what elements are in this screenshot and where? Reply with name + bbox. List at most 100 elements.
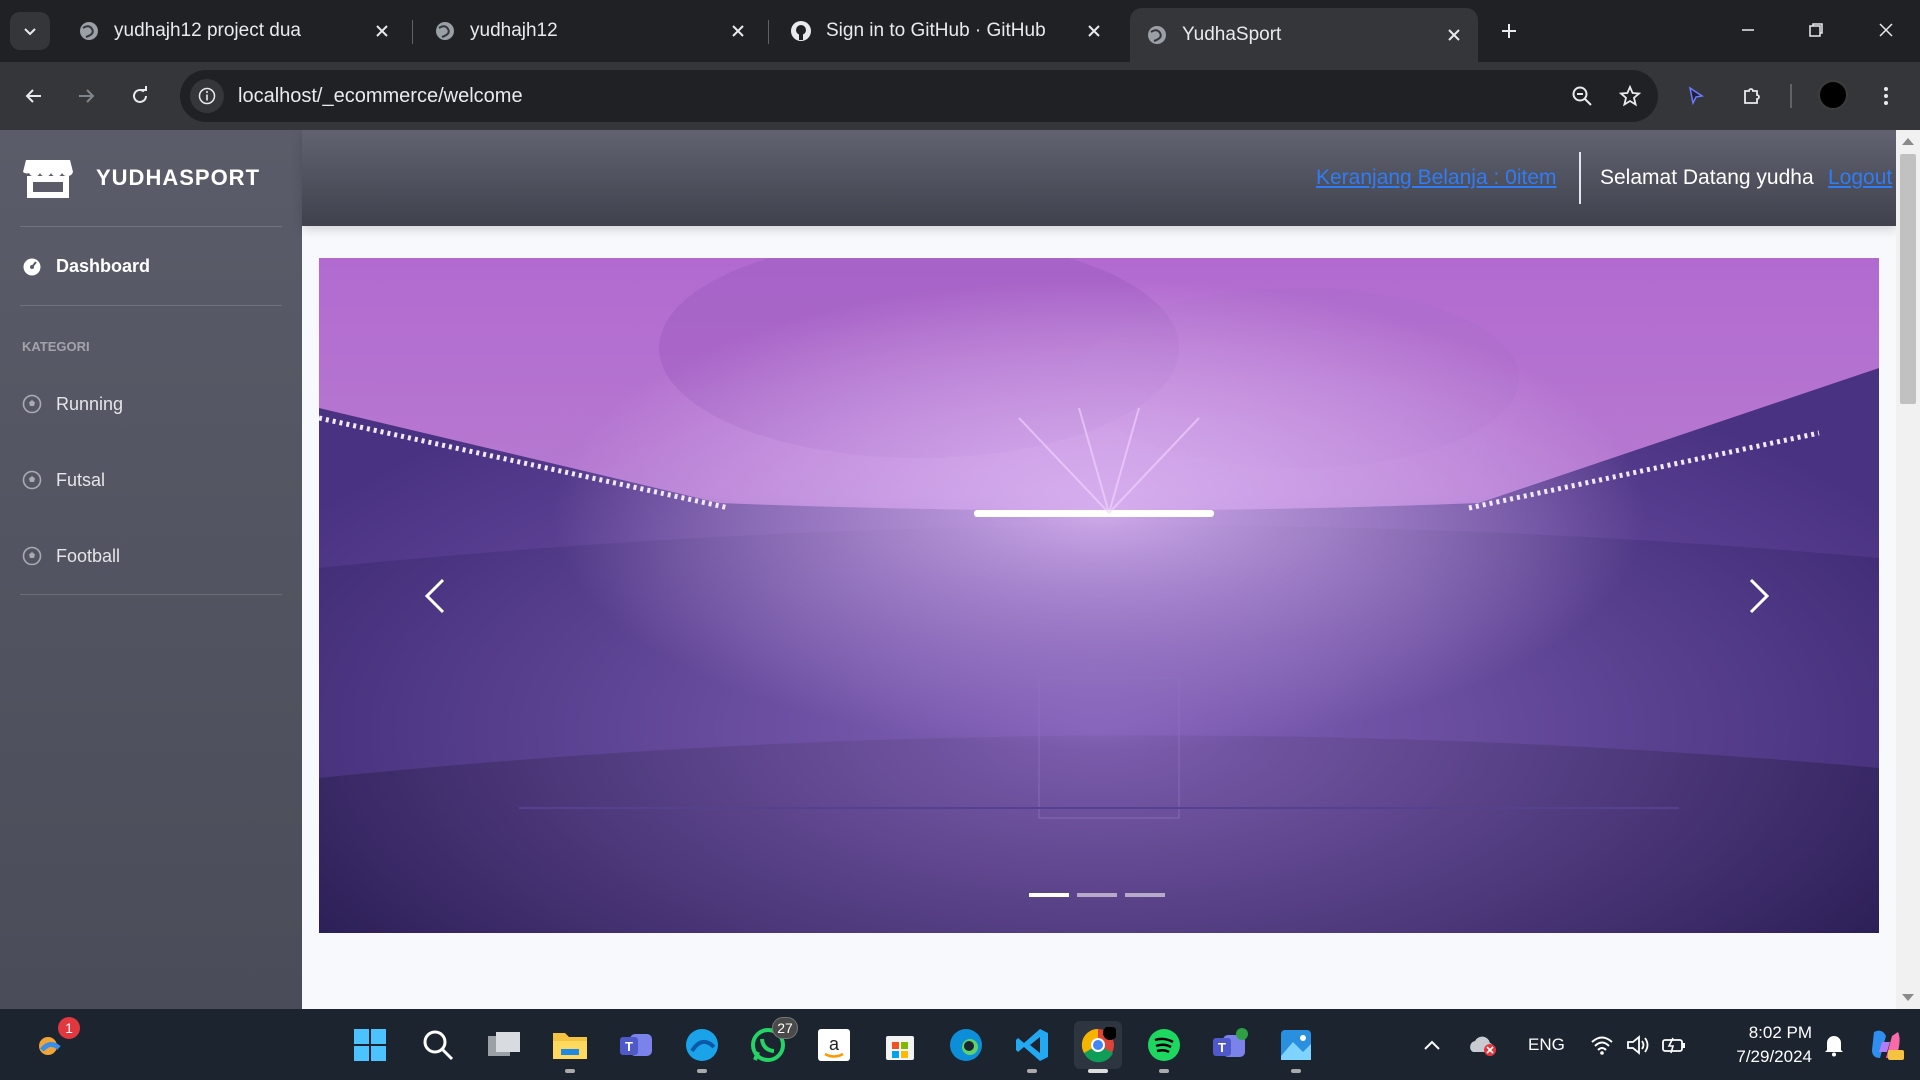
browser-tab-active[interactable]: YudhaSport (1130, 8, 1478, 62)
teams-work-button[interactable]: T (1206, 1021, 1254, 1069)
teams-button[interactable]: T (612, 1021, 660, 1069)
photos-button[interactable] (1272, 1021, 1320, 1073)
language-indicator[interactable]: ENG (1528, 1035, 1565, 1055)
restore-button[interactable] (1796, 14, 1836, 46)
page-viewport: YUDHASPORT Dashboard KATEGORI Running Fu… (0, 130, 1920, 1009)
close-tab-icon[interactable] (1080, 17, 1108, 45)
github-icon (790, 20, 812, 42)
vscode-button[interactable] (1008, 1021, 1056, 1073)
carousel-indicator[interactable] (1125, 893, 1165, 897)
amazon-icon: a (818, 1029, 850, 1061)
file-explorer-button[interactable] (546, 1021, 594, 1073)
running-indicator (1088, 1069, 1108, 1073)
forward-button[interactable] (68, 78, 104, 114)
tab-search-button[interactable] (10, 12, 50, 50)
site-info-icon[interactable] (190, 79, 224, 113)
puzzle-icon (1744, 88, 1760, 104)
bookmark-star-icon[interactable] (1610, 76, 1650, 116)
whatsapp-button[interactable]: 27 (744, 1017, 798, 1069)
sidebar-heading: KATEGORI (22, 339, 90, 354)
show-hidden-icons-button[interactable] (1416, 1021, 1448, 1069)
edge-dev-button[interactable] (678, 1021, 726, 1073)
sidebar-item-futsal[interactable]: Futsal (0, 442, 302, 518)
folder-icon (553, 1033, 587, 1059)
minimize-button[interactable] (1728, 14, 1768, 46)
close-tab-icon[interactable] (724, 17, 752, 45)
notification-badge: 1 (58, 1017, 80, 1039)
browser-tab[interactable]: Sign in to GitHub · GitHub (774, 8, 1118, 54)
vscode-icon (1016, 1029, 1048, 1061)
back-button[interactable] (16, 78, 52, 114)
reload-button[interactable] (122, 78, 158, 114)
tab-title: yudhajh12 (470, 20, 558, 41)
zoom-out-icon[interactable] (1562, 76, 1602, 116)
edge-button[interactable] (942, 1021, 990, 1069)
widgets-button[interactable]: 1 (26, 1017, 80, 1069)
copilot-button[interactable] (1862, 1021, 1910, 1069)
chevron-down-icon (24, 28, 36, 36)
sidebar-item-football[interactable]: Football (0, 518, 302, 594)
cart-link[interactable]: Keranjang Belanja : 0item (1316, 166, 1557, 190)
task-view-icon (488, 1032, 520, 1056)
new-tab-button[interactable] (1494, 16, 1524, 46)
browser-tabstrip: yudhajh12 project dua yudhajh12 Sign in … (0, 0, 1920, 62)
close-tab-icon[interactable] (1440, 21, 1468, 49)
chevron-up-icon (1424, 1040, 1440, 1050)
tab-separator (768, 20, 769, 44)
speaker-icon (1627, 1035, 1649, 1055)
more-vertical-icon (1884, 87, 1888, 105)
sidebar-brand[interactable]: YUDHASPORT (0, 130, 302, 226)
volume-status[interactable] (1620, 1021, 1656, 1069)
chrome-icon (1081, 1027, 1116, 1063)
scroll-up-arrow-icon[interactable] (1902, 138, 1914, 145)
extension-cursor-button[interactable] (1678, 78, 1714, 114)
close-window-button[interactable] (1866, 14, 1906, 46)
notifications-button[interactable] (1816, 1021, 1852, 1069)
extensions-button[interactable] (1734, 78, 1770, 114)
carousel-prev-button[interactable] (405, 558, 465, 634)
browser-toolbar: localhost/_ecommerce/welcome (0, 62, 1920, 130)
wifi-status[interactable] (1584, 1021, 1620, 1069)
search-button[interactable] (414, 1021, 462, 1069)
tab-title: yudhajh12 project dua (114, 20, 301, 41)
carousel-next-button[interactable] (1729, 558, 1789, 634)
running-indicator (1027, 1069, 1037, 1073)
carousel-indicators (1029, 893, 1165, 897)
stadium-image (319, 258, 1879, 933)
onedrive-button[interactable] (1464, 1021, 1500, 1069)
sidebar-item-running[interactable]: Running (0, 366, 302, 442)
tab-title: YudhaSport (1182, 24, 1282, 45)
sidebar-item-label: Football (56, 545, 121, 566)
carousel-indicator[interactable] (1077, 893, 1117, 897)
sidebar-item-dashboard[interactable]: Dashboard (0, 227, 302, 305)
microsoft-store-button[interactable] (876, 1021, 924, 1069)
spotify-button[interactable] (1140, 1021, 1188, 1073)
address-bar[interactable]: localhost/_ecommerce/welcome (180, 70, 1658, 122)
chrome-button[interactable] (1074, 1021, 1122, 1073)
tab-separator (412, 20, 413, 44)
browser-tab[interactable]: yudhajh12 project dua (62, 8, 406, 54)
soccer-ball-icon (22, 546, 42, 566)
scroll-down-arrow-icon[interactable] (1902, 994, 1914, 1001)
scrollbar-thumb[interactable] (1900, 154, 1916, 404)
logout-link[interactable]: Logout (1828, 166, 1892, 190)
task-view-button[interactable] (480, 1021, 528, 1069)
browser-menu-button[interactable] (1868, 78, 1904, 114)
svg-text:T: T (625, 1039, 633, 1054)
spotify-icon (1148, 1029, 1180, 1061)
amazon-button[interactable]: a (810, 1021, 858, 1069)
page-scrollbar[interactable] (1896, 130, 1920, 1009)
system-clock[interactable]: 8:02 PM 7/29/2024 (1700, 1021, 1812, 1069)
start-button[interactable] (346, 1021, 394, 1069)
url-text[interactable]: localhost/_ecommerce/welcome (238, 85, 1562, 108)
battery-status[interactable] (1656, 1021, 1692, 1069)
svg-text:T: T (1218, 1040, 1226, 1055)
browser-tab[interactable]: yudhajh12 (418, 8, 762, 54)
svg-text:a: a (829, 1034, 840, 1054)
tachometer-icon (22, 256, 42, 276)
sidebar-divider (20, 594, 282, 595)
close-tab-icon[interactable] (368, 17, 396, 45)
profile-avatar[interactable] (1818, 80, 1848, 110)
carousel-indicator[interactable] (1029, 893, 1069, 897)
close-icon (1879, 23, 1893, 37)
